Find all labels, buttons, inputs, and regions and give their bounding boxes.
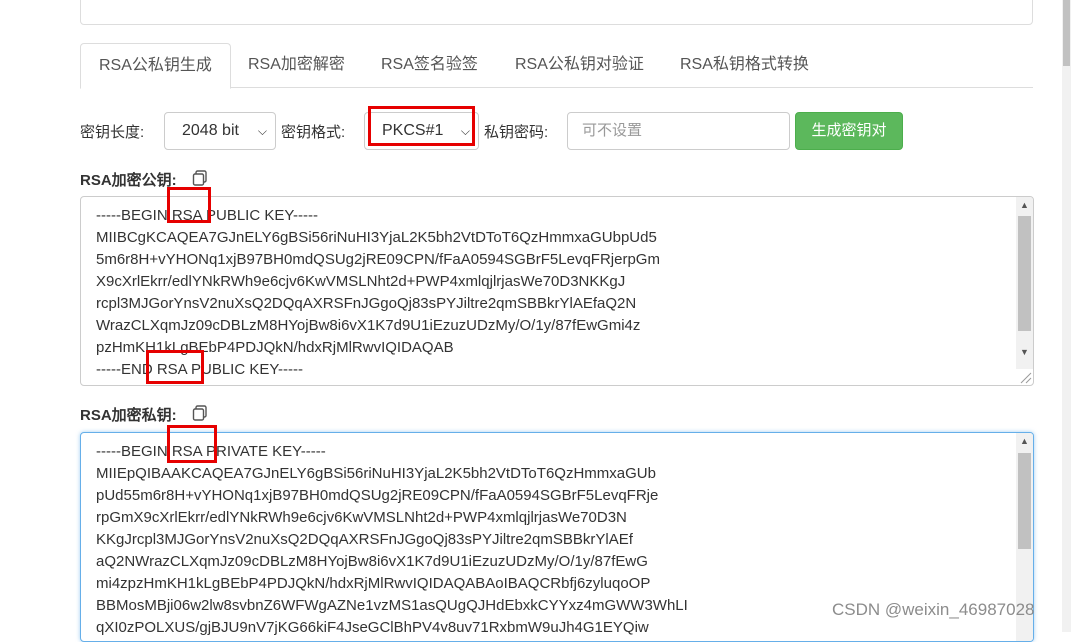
private-key-line: qXI0zPOLXUS/gjBJU9nV7jKG66kiF4JseGClBhPV… xyxy=(96,619,649,636)
previous-panel xyxy=(80,0,1033,25)
public-key-line: rcpl3MJGorYnsV2nuXsQ2DQqAXRSFnJGgoQj83sP… xyxy=(96,295,637,312)
key-length-value: 2048 bit xyxy=(182,122,239,139)
tab-bar: RSA公私钥生成 RSA加密解密 RSA签名验签 RSA公私钥对验证 RSA私钥… xyxy=(80,43,1033,89)
tab-rsa-keypair-verify[interactable]: RSA公私钥对验证 xyxy=(497,43,662,88)
highlight-box-begin-rsa-private xyxy=(167,425,217,463)
key-format-label: 密钥格式: xyxy=(281,124,346,141)
scroll-up-icon[interactable]: ▲ xyxy=(1016,197,1033,214)
tab-rsa-private-key-convert[interactable]: RSA私钥格式转换 xyxy=(662,43,827,88)
public-key-title: RSA加密公钥: xyxy=(80,172,177,189)
private-key-password-input[interactable]: 可不设置 xyxy=(567,112,790,150)
tab-rsa-encrypt-decrypt[interactable]: RSA加密解密 xyxy=(230,43,363,88)
tab-rsa-sign-verify[interactable]: RSA签名验签 xyxy=(363,43,496,88)
private-key-line: rpGmX9cXrlEkrr/edlYNkRWh9e6cjv6KwVMSLNht… xyxy=(96,509,627,526)
private-key-line: MIIEpQIBAAKCAQEA7GJnELY6gBSi56riNuHI3Yja… xyxy=(96,465,656,482)
generate-keypair-button[interactable]: 生成密钥对 xyxy=(795,112,903,150)
password-label: 私钥密码: xyxy=(484,124,549,141)
public-key-textarea[interactable]: -----BEGIN RSA PUBLIC KEY----- MIIBCgKCA… xyxy=(80,196,1034,386)
private-key-line: KKgJrcpl3MJGorYnsV2nuXsQ2DQqAXRSFnJGgoQj… xyxy=(96,531,633,548)
page-scrollbar[interactable] xyxy=(1062,0,1071,632)
copy-icon[interactable] xyxy=(192,170,208,186)
private-key-line: mi4zpzHmKH1kLgBEbP4PDJQkN/hdxRjMlRwvIQID… xyxy=(96,575,651,592)
public-key-line: WrazCLXqmJz09cDBLzM8HYojBw8i6vX1K7d9U1iE… xyxy=(96,317,641,334)
public-key-line: 5m6r8H+vYHONq1xjB97BH0mdQSUg2jRE09CPN/fF… xyxy=(96,251,660,268)
scroll-up-icon[interactable]: ▲ xyxy=(1016,433,1033,450)
highlight-box-begin-rsa-public xyxy=(167,187,211,223)
watermark: CSDN @weixin_46987028 xyxy=(832,600,1035,619)
highlight-box-key-format xyxy=(368,106,475,146)
highlight-box-end-rsa-public xyxy=(146,350,204,384)
private-key-line: pUd55m6r8H+vYHONq1xjB97BH0mdQSUg2jRE09CP… xyxy=(96,487,659,504)
public-key-line: X9cXrlEkrr/edlYNkRWh9e6cjv6KwVMSLNht2d+P… xyxy=(96,273,626,290)
resize-grip-icon[interactable] xyxy=(1018,370,1032,384)
public-key-scrollbar-thumb[interactable] xyxy=(1018,216,1031,331)
scroll-down-icon[interactable]: ▼ xyxy=(1016,344,1033,361)
private-key-title: RSA加密私钥: xyxy=(80,407,177,424)
key-length-select[interactable]: 2048 bit ⌵ xyxy=(164,112,276,150)
public-key-scrollbar[interactable]: ▲ ▼ xyxy=(1016,197,1033,369)
private-key-line: aQ2NWrazCLXqmJz09cDBLzM8HYojBw8i6vX1K7d9… xyxy=(96,553,648,570)
private-key-content: -----BEGIN RSA PRIVATE KEY----- MIIEpQIB… xyxy=(96,441,688,639)
copy-icon[interactable] xyxy=(192,405,208,421)
private-key-scrollbar-thumb[interactable] xyxy=(1018,453,1031,549)
chevron-down-icon: ⌵ xyxy=(257,124,267,138)
key-length-label: 密钥长度: xyxy=(80,124,145,141)
page-scrollbar-thumb[interactable] xyxy=(1063,0,1070,66)
public-key-line: MIIBCgKCAQEA7GJnELY6gBSi56riNuHI3YjaL2K5… xyxy=(96,229,657,246)
tab-rsa-keygen[interactable]: RSA公私钥生成 xyxy=(80,43,231,89)
private-key-line: BBMosMBji06w2lw8svbnZ6WFWgAZNe1vzMS1asQU… xyxy=(96,597,688,614)
